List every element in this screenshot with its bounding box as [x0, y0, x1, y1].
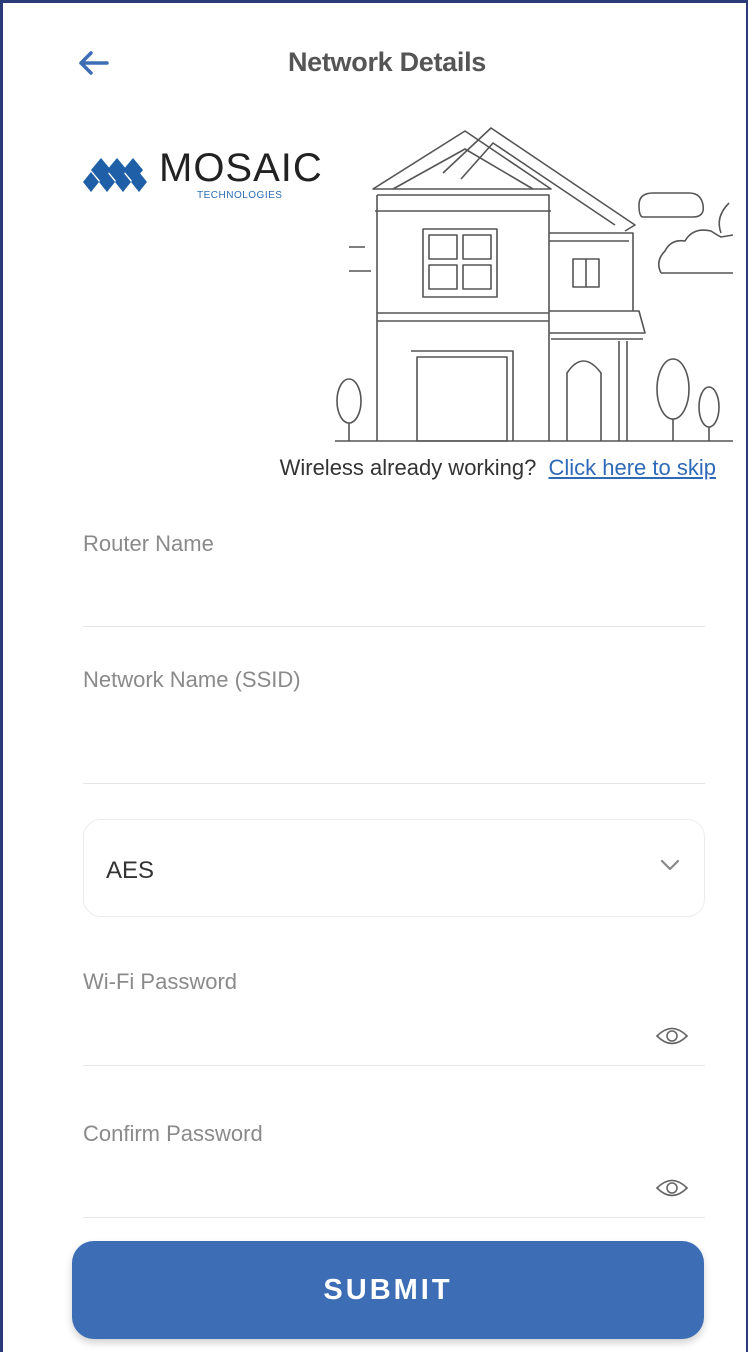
network-name-field: Network Name (SSID)	[83, 667, 705, 787]
eye-icon[interactable]	[655, 1177, 689, 1199]
submit-button[interactable]: SUBMIT	[72, 1241, 704, 1339]
skip-prompt: Wireless already working?	[279, 455, 537, 480]
network-name-label: Network Name (SSID)	[83, 667, 301, 692]
eye-icon[interactable]	[655, 1025, 689, 1047]
mosaic-diamonds-icon	[83, 158, 147, 192]
header: Network Details	[3, 33, 748, 93]
logo-tagline: TECHNOLOGIES	[197, 190, 283, 201]
confirm-password-field: Confirm Password	[83, 1121, 705, 1221]
router-name-input[interactable]	[83, 583, 657, 617]
network-name-input[interactable]	[83, 729, 657, 763]
page-title: Network Details	[287, 47, 487, 77]
divider	[83, 1217, 705, 1218]
divider	[83, 626, 705, 627]
skip-row: Wireless already working? Click here to …	[280, 455, 716, 481]
encryption-selected-value: AES	[106, 857, 155, 884]
confirm-password-label: Confirm Password	[83, 1121, 263, 1146]
chevron-down-icon	[660, 859, 680, 871]
divider	[83, 1065, 705, 1066]
router-name-label: Router Name	[83, 531, 214, 556]
wifi-password-input[interactable]	[83, 1021, 657, 1055]
divider	[83, 783, 705, 784]
encryption-select[interactable]: AES	[83, 819, 705, 917]
logo-name: MOSAIC	[159, 146, 323, 190]
skip-link[interactable]: Click here to skip	[548, 455, 716, 480]
confirm-password-input[interactable]	[83, 1173, 657, 1207]
wifi-password-label: Wi-Fi Password	[83, 969, 238, 994]
router-name-field: Router Name	[83, 531, 705, 631]
mosaic-logo: MOSAIC TECHNOLOGIES	[79, 138, 379, 218]
app-frame: Network Details MOSAIC TECHNOLOGIES Wire…	[0, 0, 748, 1352]
wifi-password-field: Wi-Fi Password	[83, 969, 705, 1069]
